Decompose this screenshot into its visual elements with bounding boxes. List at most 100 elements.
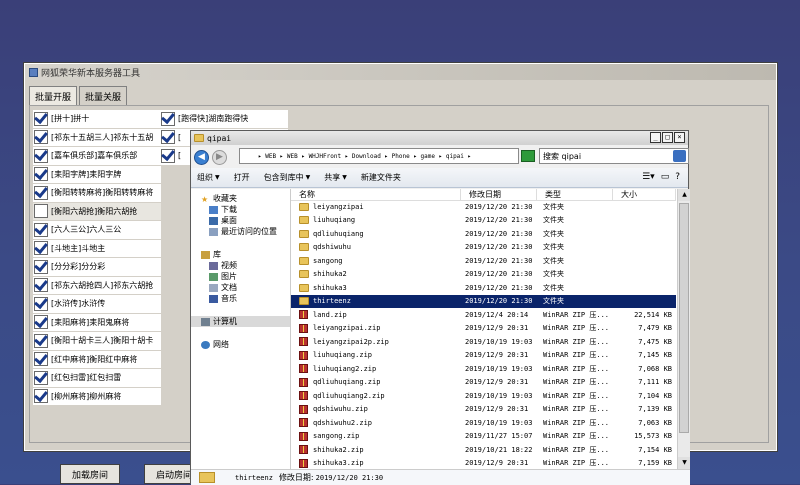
nav-computer[interactable]: 计算机 xyxy=(191,316,290,327)
game-checkbox[interactable] xyxy=(34,148,48,163)
game-checkbox[interactable] xyxy=(161,148,175,163)
zip-archive-icon xyxy=(299,337,308,347)
file-row[interactable]: shihuka2 2019/12/20 21:30 文件夹 xyxy=(291,268,676,282)
game-checkbox[interactable] xyxy=(34,204,48,219)
tab-batch-stop[interactable]: 批量关服 xyxy=(79,86,128,106)
game-row[interactable]: [柳州麻将]柳州麻将 xyxy=(33,387,161,406)
file-type: 文件夹 xyxy=(543,216,564,225)
include-in-library-button[interactable]: 包含到库中 ▼ xyxy=(264,172,311,183)
game-row[interactable]: [红包扫雷]红包扫雷 xyxy=(33,369,161,388)
nav-downloads[interactable]: 下载 xyxy=(191,204,290,215)
game-checkbox[interactable] xyxy=(161,130,175,145)
open-button[interactable]: 打开 xyxy=(234,172,250,183)
tool-titlebar[interactable]: 网狐荣华新本服务器工具 xyxy=(25,64,776,80)
nav-recent[interactable]: 最近访问的位置 xyxy=(191,226,290,237)
game-checkbox[interactable] xyxy=(34,259,48,274)
scroll-thumb[interactable] xyxy=(679,203,689,433)
help-icon[interactable]: ? xyxy=(675,172,680,182)
file-row[interactable]: shihuka3.zip 2019/12/9 20:31 WinRAR ZIP 压.… xyxy=(291,457,676,470)
game-checkbox[interactable] xyxy=(34,370,48,385)
organize-button[interactable]: 组织 ▼ xyxy=(197,172,220,183)
file-row[interactable]: qdshiwuhu 2019/12/20 21:30 文件夹 xyxy=(291,241,676,255)
nav-videos[interactable]: 视频 xyxy=(191,260,290,271)
load-room-button[interactable]: 加载房间 xyxy=(60,464,120,484)
game-row[interactable]: [衡阳十胡卡三人]衡阳十胡卡 xyxy=(33,332,161,351)
column-name[interactable]: 名称 xyxy=(291,189,461,200)
column-type[interactable]: 类型 xyxy=(537,189,613,200)
game-row[interactable]: [六人三公]六人三公 xyxy=(33,221,161,240)
scroll-down-icon[interactable]: ▼ xyxy=(678,457,690,469)
game-checkbox[interactable] xyxy=(34,389,48,404)
game-row[interactable]: [祁东六胡抢四人]祁东六胡抢 xyxy=(33,276,161,295)
game-row[interactable]: [嘉车俱乐部]嘉车俱乐部 xyxy=(33,147,161,166)
vertical-scrollbar[interactable]: ▲ ▼ xyxy=(677,189,690,469)
nav-desktop[interactable]: 桌面 xyxy=(191,215,290,226)
game-checkbox[interactable] xyxy=(34,278,48,293)
game-row[interactable]: [耒阳字牌]耒阳字牌 xyxy=(33,165,161,184)
game-checkbox[interactable] xyxy=(34,167,48,182)
file-row[interactable]: qdshiwuhu2.zip 2019/10/19 19:03 WinRAR ZIP… xyxy=(291,416,676,430)
nav-documents[interactable]: 文档 xyxy=(191,282,290,293)
new-folder-button[interactable]: 新建文件夹 xyxy=(361,172,401,183)
nav-favorites[interactable]: ★ 收藏夹 xyxy=(191,193,290,204)
maximize-button[interactable]: □ xyxy=(662,132,673,143)
file-row[interactable]: leiyangzipai2p.zip 2019/10/19 19:03 WinRAR… xyxy=(291,335,676,349)
minimize-button[interactable]: _ xyxy=(650,132,661,143)
game-row[interactable]: [衡阳六胡抢]衡阳六胡抢 xyxy=(33,202,161,221)
file-row[interactable]: leiyangzipai.zip 2019/12/9 20:31 WinRAR ZI… xyxy=(291,322,676,336)
nav-music[interactable]: 音乐 xyxy=(191,293,290,304)
file-row[interactable]: liuhuqiang 2019/12/20 21:30 文件夹 xyxy=(291,214,676,228)
explorer-titlebar[interactable]: qipai _ □ × xyxy=(191,131,688,145)
column-date[interactable]: 修改日期 xyxy=(461,189,537,200)
close-button[interactable]: × xyxy=(674,132,685,143)
search-input[interactable]: 搜索 qipai xyxy=(539,148,689,164)
scroll-up-icon[interactable]: ▲ xyxy=(678,189,690,201)
game-checkbox[interactable] xyxy=(34,352,48,367)
file-row[interactable]: leiyangzipai 2019/12/20 21:30 文件夹 xyxy=(291,200,676,214)
game-row[interactable]: [耒阳麻将]耒阳鬼麻将 xyxy=(33,313,161,332)
folder-icon xyxy=(194,134,204,142)
game-checkbox[interactable] xyxy=(34,130,48,145)
file-row[interactable]: qdliuhuqiang2.zip 2019/10/19 19:03 WinRAR … xyxy=(291,389,676,403)
file-row[interactable]: shihuka2.zip 2019/10/21 18:22 WinRAR ZIP 压… xyxy=(291,443,676,457)
game-row[interactable]: [衡阳转转麻将]衡阳转转麻将 xyxy=(33,184,161,203)
file-row[interactable]: liuhuqiang.zip 2019/12/9 20:31 WinRAR ZIP … xyxy=(291,349,676,363)
game-row[interactable]: [祁东十五胡三人]祁东十五胡 xyxy=(33,128,161,147)
game-checkbox[interactable] xyxy=(34,296,48,311)
game-row[interactable]: [拼十]拼十 xyxy=(33,110,161,129)
nav-network[interactable]: 网络 xyxy=(191,339,290,350)
game-checkbox[interactable] xyxy=(34,185,48,200)
game-checkbox[interactable] xyxy=(34,241,48,256)
view-options-icon[interactable]: ☰▾ xyxy=(642,172,655,182)
forward-icon[interactable]: ▶ xyxy=(212,149,227,165)
game-checkbox[interactable] xyxy=(34,111,48,126)
share-button[interactable]: 共享 ▼ xyxy=(324,172,347,183)
game-checkbox[interactable] xyxy=(34,222,48,237)
address-bar[interactable]: ▸ WEB ▸ WEB ▸ WHJHFront ▸ Download ▸ Pho… xyxy=(239,148,519,164)
game-row[interactable]: [跑得快]湖南跑得快 xyxy=(160,110,288,129)
back-icon[interactable]: ◀ xyxy=(194,149,209,165)
file-row[interactable]: sangong 2019/12/20 21:30 文件夹 xyxy=(291,254,676,268)
game-row[interactable]: [斗地主]斗地主 xyxy=(33,239,161,258)
search-icon[interactable] xyxy=(673,150,686,162)
file-row[interactable]: shihuka3 2019/12/20 21:30 文件夹 xyxy=(291,281,676,295)
nav-libraries[interactable]: 库 xyxy=(191,249,290,260)
nav-pictures[interactable]: 图片 xyxy=(191,271,290,282)
column-size[interactable]: 大小 xyxy=(613,189,676,200)
file-row[interactable]: liuhuqiang2.zip 2019/10/19 19:03 WinRAR ZI… xyxy=(291,362,676,376)
game-checkbox[interactable] xyxy=(34,333,48,348)
file-row[interactable]: land.zip 2019/12/4 20:14 WinRAR ZIP 压... 22… xyxy=(291,308,676,322)
preview-pane-icon[interactable]: ▭ xyxy=(661,172,670,182)
game-checkbox[interactable] xyxy=(34,315,48,330)
game-row[interactable]: [红中麻将]衡阳红中麻将 xyxy=(33,350,161,369)
game-row[interactable]: [分分彩]分分彩 xyxy=(33,258,161,277)
game-checkbox[interactable] xyxy=(161,111,175,126)
refresh-icon[interactable] xyxy=(521,150,535,162)
file-row[interactable]: thirteenz 2019/12/20 21:30 文件夹 xyxy=(291,294,676,308)
file-row[interactable]: qdshiwuhu.zip 2019/12/9 20:31 WinRAR ZIP 压… xyxy=(291,403,676,417)
file-row[interactable]: qdliuhuqiang 2019/12/20 21:30 文件夹 xyxy=(291,227,676,241)
tab-batch-start[interactable]: 批量开服 xyxy=(29,86,78,106)
game-row[interactable]: [水浒传]水浒传 xyxy=(33,295,161,314)
file-row[interactable]: sangong.zip 2019/11/27 15:07 WinRAR ZIP 压.… xyxy=(291,430,676,444)
file-row[interactable]: qdliuhuqiang.zip 2019/12/9 20:31 WinRAR ZI… xyxy=(291,376,676,390)
